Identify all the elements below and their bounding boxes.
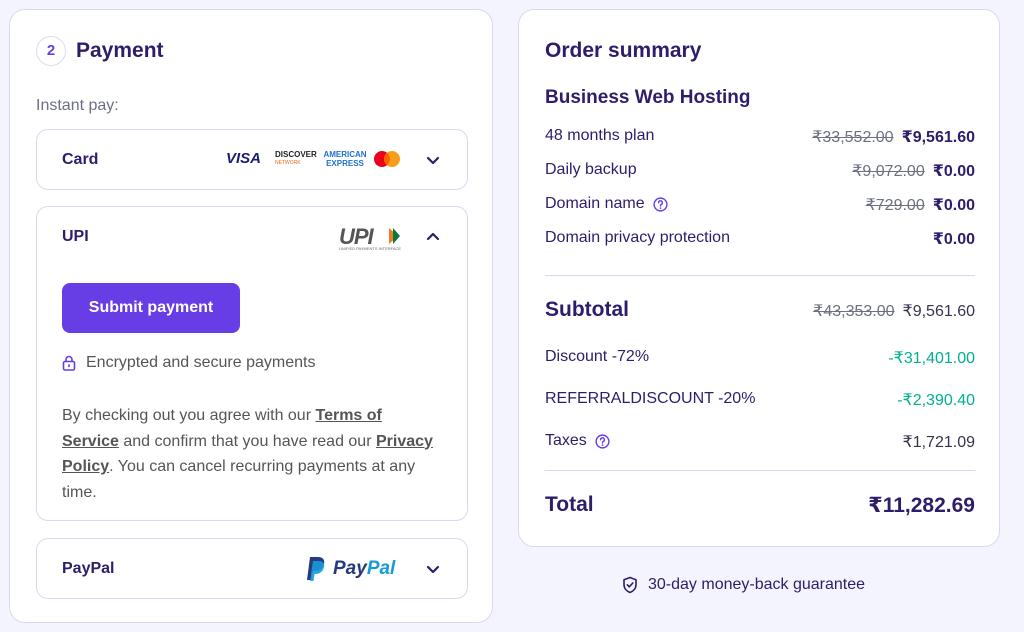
old-price: ₹43,353.00: [813, 303, 895, 320]
card-label: Card: [62, 151, 99, 168]
price: ₹0.00: [932, 197, 975, 214]
price: ₹0.00: [932, 231, 975, 248]
discover-logo: DISCOVER NETWORK: [275, 150, 317, 166]
old-price: ₹9,072.00: [852, 163, 925, 180]
payment-panel: 2 Payment Instant pay: Card VISA DISCOVE…: [9, 9, 493, 623]
terms-text: By checking out you agree with our Terms…: [62, 407, 433, 501]
chevron-down-icon[interactable]: [425, 152, 441, 168]
svg-text:mastercard: mastercard: [372, 150, 377, 151]
step-number-badge: 2: [36, 36, 66, 66]
chevron-down-icon[interactable]: [425, 561, 441, 577]
lock-icon: [62, 355, 76, 371]
old-price: ₹33,552.00: [812, 129, 894, 146]
product-name: Business Web Hosting: [545, 87, 751, 108]
order-summary-title: Order summary: [545, 39, 702, 62]
shield-check-icon: [623, 576, 637, 594]
visa-logo: VISA: [226, 150, 262, 167]
money-back-guarantee: 30-day money-back guarantee: [622, 576, 865, 594]
secure-payments-note: Encrypted and secure payments: [62, 354, 315, 372]
payment-method-card[interactable]: Card VISA DISCOVER NETWORK AMERICAN EXPRE…: [36, 129, 468, 190]
help-icon[interactable]: [653, 196, 668, 212]
divider: [545, 275, 975, 276]
price: ₹0.00: [932, 163, 975, 180]
price: ₹9,561.60: [901, 129, 975, 146]
chevron-up-icon[interactable]: [425, 229, 441, 245]
paypal-label: PayPal: [62, 560, 115, 577]
amex-logo: AMERICAN EXPRESS: [323, 150, 367, 168]
mastercard-logo: mastercard: [372, 150, 400, 167]
instant-pay-label: Instant pay:: [36, 97, 119, 114]
upi-label[interactable]: UPI: [62, 228, 89, 246]
price: ₹9,561.60: [902, 303, 975, 320]
order-summary-panel: Order summary Business Web Hosting 48 mo…: [518, 9, 1000, 547]
submit-payment-button[interactable]: Submit payment: [62, 283, 240, 333]
payment-method-upi: UPI UPI UNIFIED PAYMENTS INTERFACE Submi…: [36, 206, 468, 521]
payment-method-paypal[interactable]: PayPal PayPal: [36, 538, 468, 599]
paypal-logo: PayPal: [305, 556, 395, 582]
upi-logo: UPI UNIFIED PAYMENTS INTERFACE: [339, 224, 402, 251]
help-icon[interactable]: [595, 433, 610, 449]
payment-title: Payment: [76, 39, 164, 62]
old-price: ₹729.00: [865, 197, 925, 214]
divider: [545, 470, 975, 471]
